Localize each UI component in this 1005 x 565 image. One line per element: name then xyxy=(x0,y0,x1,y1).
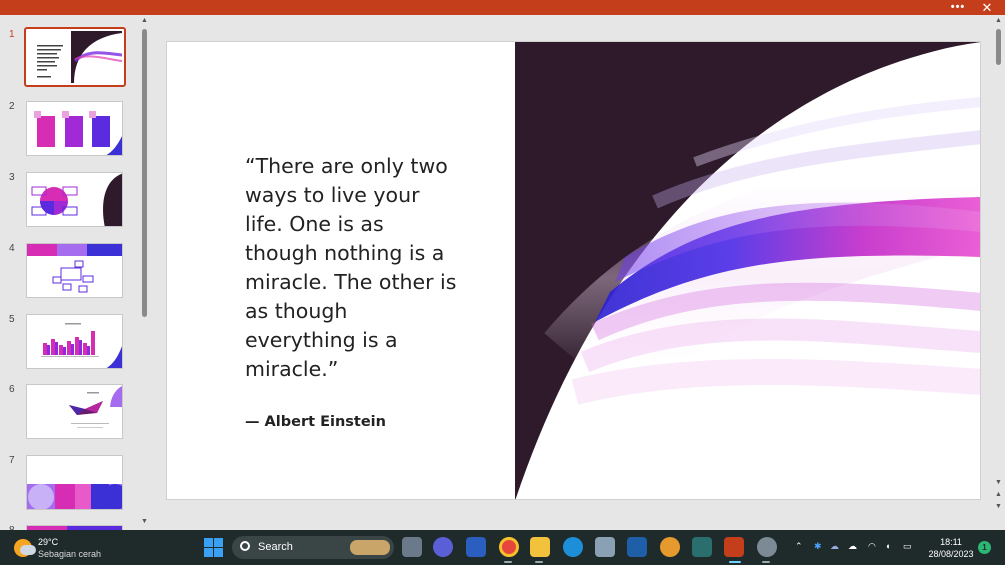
thumbnail-number: 1 xyxy=(9,29,15,40)
slide-thumbnail-7[interactable] xyxy=(26,455,123,510)
volume-icon[interactable]: ◖ xyxy=(885,541,890,551)
scroll-up-arrow-icon[interactable]: ▲ xyxy=(140,17,149,24)
edge-icon[interactable] xyxy=(563,537,583,557)
thumbnail-number: 5 xyxy=(9,314,15,325)
slide-editing-area: “There are only two ways to live your li… xyxy=(152,15,992,530)
thumbnail-number: 7 xyxy=(9,455,15,466)
onedrive-icon[interactable]: ☁ xyxy=(830,541,839,552)
thumbnail-number: 3 xyxy=(9,172,15,183)
task-view-icon[interactable] xyxy=(402,537,422,557)
thumbnail-scroll-thumb[interactable] xyxy=(142,29,147,317)
slide-thumbnail-6[interactable] xyxy=(26,384,123,439)
settings-running-indicator xyxy=(762,561,770,563)
slide-author-text[interactable]: — Albert Einstein xyxy=(245,414,386,430)
current-slide[interactable]: “There are only two ways to live your li… xyxy=(166,41,981,500)
scroll-up-arrow-icon[interactable]: ▲ xyxy=(994,17,1003,24)
word-icon[interactable] xyxy=(466,537,486,557)
bluetooth-icon[interactable]: ✱ xyxy=(814,541,822,552)
search-label: Search xyxy=(258,541,293,553)
show-hidden-icons-chevron-icon[interactable]: ⌃ xyxy=(795,541,803,552)
slide-scrollbar[interactable]: ▲ ▼ ▲ ▼ xyxy=(992,15,1005,530)
thumbnail-row-5[interactable]: 5 xyxy=(0,314,138,376)
thumbnail-row-1[interactable]: 1 xyxy=(0,27,138,91)
wifi-icon[interactable]: ◠ xyxy=(868,541,876,552)
chrome-running-indicator xyxy=(504,561,512,563)
slide-thumbnail-1[interactable] xyxy=(24,27,126,87)
next-slide-icon[interactable]: ▼ xyxy=(994,503,1003,510)
cloud-sync-icon[interactable]: ☁ xyxy=(848,541,857,552)
thumbnail-5-preview xyxy=(27,315,122,368)
slide-thumbnail-pane: 1 2 3 4 5 6 7 xyxy=(0,15,138,530)
powerpoint-icon[interactable] xyxy=(724,537,744,557)
file-explorer-icon[interactable] xyxy=(530,537,550,557)
weather-widget[interactable]: 29°C Sebagian cerah xyxy=(14,536,134,560)
clock-date: 28/08/2023 xyxy=(928,549,974,559)
close-button[interactable]: ✕ xyxy=(974,0,1000,15)
battery-icon[interactable]: ▭ xyxy=(903,541,912,552)
thumbnail-1-preview xyxy=(28,31,122,83)
media-app-icon[interactable] xyxy=(692,537,712,557)
thumbnail-number: 4 xyxy=(9,243,15,254)
explorer-running-indicator xyxy=(535,561,543,563)
notification-badge[interactable]: 1 xyxy=(978,541,991,554)
previous-slide-icon[interactable]: ▲ xyxy=(994,491,1003,498)
thumbnail-scrollbar[interactable]: ▲ ▼ xyxy=(139,15,150,530)
windows-taskbar: 29°C Sebagian cerah Search ⌃ ✱ ☁ ☁ ◠ ◖ ▭… xyxy=(0,530,1005,565)
taskbar-search-box[interactable]: Search xyxy=(232,536,394,559)
settings-gear-icon[interactable] xyxy=(757,537,777,557)
abstract-wave-artwork xyxy=(515,42,980,499)
thumbnail-row-3[interactable]: 3 xyxy=(0,172,138,234)
browser-app-icon[interactable] xyxy=(660,537,680,557)
chrome-icon[interactable] xyxy=(499,537,519,557)
thumbnail-4-preview xyxy=(27,244,122,297)
scroll-down-arrow-icon[interactable]: ▼ xyxy=(140,518,149,525)
search-icon xyxy=(240,541,250,551)
scroll-down-arrow-icon[interactable]: ▼ xyxy=(994,479,1003,486)
taskbar-clock[interactable]: 18:11 28/08/2023 xyxy=(926,536,976,560)
more-options-button[interactable]: ••• xyxy=(945,0,971,15)
thumbnail-3-preview xyxy=(27,173,122,226)
thumbnail-row-4[interactable]: 4 xyxy=(0,243,138,305)
thumbnail-row-6[interactable]: 6 xyxy=(0,384,138,446)
weather-cloud-icon xyxy=(20,545,36,555)
clock-time: 18:11 xyxy=(940,537,962,547)
thumbnail-number: 6 xyxy=(9,384,15,395)
slide-quote-text[interactable]: “There are only two ways to live your li… xyxy=(245,152,460,384)
slide-scroll-thumb[interactable] xyxy=(996,29,1001,65)
thumbnail-row-2[interactable]: 2 xyxy=(0,101,138,163)
camera-icon[interactable] xyxy=(595,537,615,557)
search-highlight-icon xyxy=(350,540,390,555)
weather-description: Sebagian cerah xyxy=(38,549,102,559)
teams-chat-icon[interactable] xyxy=(433,537,453,557)
title-bar: ••• ✕ xyxy=(0,0,1005,15)
windows-start-icon[interactable] xyxy=(203,537,223,557)
slide-thumbnail-4[interactable] xyxy=(26,243,123,298)
thumbnail-7-preview xyxy=(27,456,122,509)
slide-thumbnail-3[interactable] xyxy=(26,172,123,227)
slide-thumbnail-2[interactable] xyxy=(26,101,123,156)
ew-app-icon[interactable] xyxy=(627,537,647,557)
thumbnail-2-preview xyxy=(27,102,122,155)
slide-thumbnail-5[interactable] xyxy=(26,314,123,369)
weather-temperature: 29°C xyxy=(38,537,59,547)
thumbnail-number: 2 xyxy=(9,101,15,112)
thumbnail-row-7[interactable]: 7 xyxy=(0,455,138,517)
powerpoint-active-indicator xyxy=(729,561,741,563)
thumbnail-6-preview xyxy=(27,385,122,438)
